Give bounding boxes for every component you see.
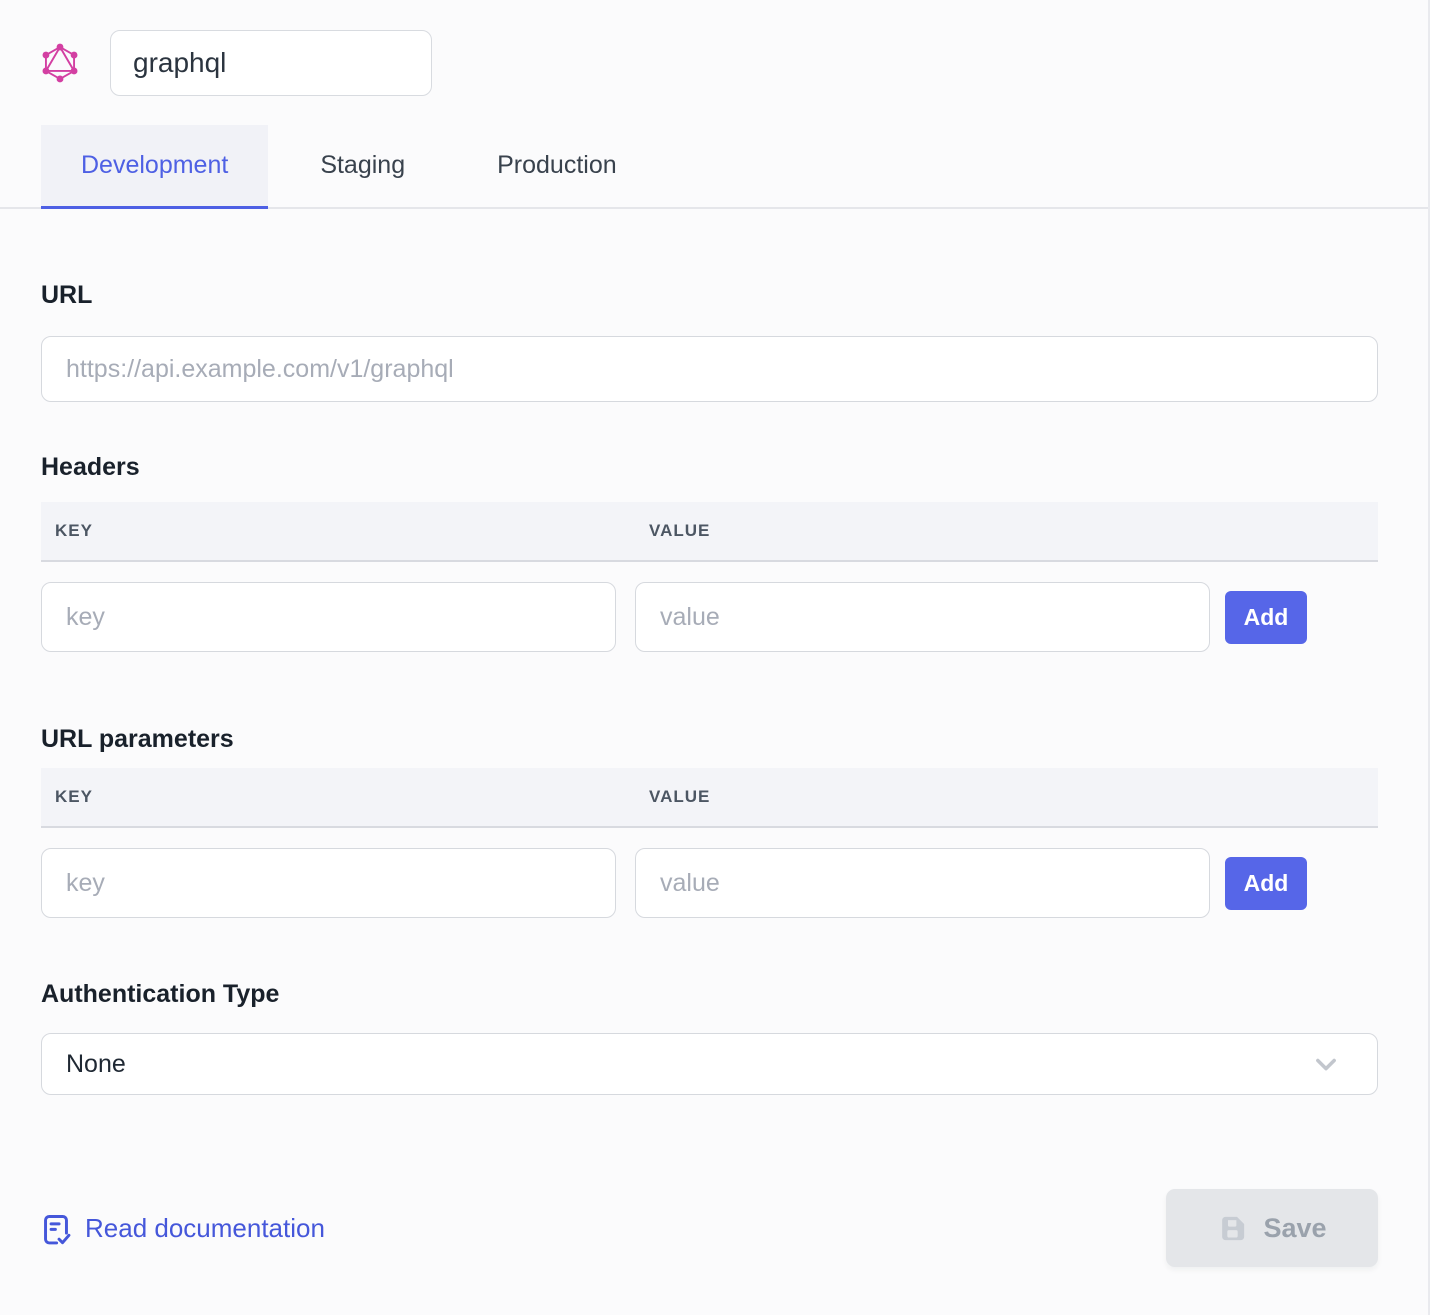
authentication-type-value[interactable]: None <box>41 1033 1378 1095</box>
params-add-button[interactable]: Add <box>1225 857 1307 910</box>
datasource-name-input[interactable] <box>110 30 432 96</box>
name-row <box>41 30 1378 96</box>
url-parameters-label: URL parameters <box>41 725 1378 754</box>
environment-tabs: Development Staging Production <box>0 125 1428 209</box>
headers-key-input[interactable] <box>41 582 616 652</box>
headers-add-row: Add <box>41 582 1378 652</box>
datasource-config-panel: Development Staging Production URL Heade… <box>0 0 1430 1315</box>
chevron-down-icon <box>1312 1050 1340 1078</box>
headers-value-input[interactable] <box>635 582 1210 652</box>
headers-add-button[interactable]: Add <box>1225 591 1307 644</box>
read-documentation-link[interactable]: Read documentation <box>41 1211 325 1246</box>
url-label: URL <box>41 281 1378 310</box>
save-button[interactable]: Save <box>1166 1189 1378 1267</box>
params-value-column-header: VALUE <box>635 787 710 807</box>
graphql-logo-icon <box>41 43 79 83</box>
tab-staging[interactable]: Staging <box>280 125 445 209</box>
footer: Read documentation Save <box>0 1189 1428 1267</box>
headers-value-column-header: VALUE <box>635 521 710 541</box>
authentication-type-label: Authentication Type <box>41 980 1378 1009</box>
tab-production[interactable]: Production <box>457 125 657 209</box>
params-value-input[interactable] <box>635 848 1210 918</box>
headers-key-column-header: KEY <box>41 521 635 541</box>
header <box>0 0 1428 96</box>
params-key-input[interactable] <box>41 848 616 918</box>
read-documentation-label: Read documentation <box>85 1213 325 1244</box>
headers-table-head: KEY VALUE <box>41 502 1378 562</box>
save-floppy-icon <box>1217 1213 1248 1244</box>
config-form: URL Headers KEY VALUE Add URL parameters… <box>0 281 1428 1095</box>
params-key-column-header: KEY <box>41 787 635 807</box>
params-add-row: Add <box>41 848 1378 918</box>
authentication-type-select[interactable]: None <box>41 1033 1378 1095</box>
document-check-icon <box>41 1214 71 1246</box>
url-input[interactable] <box>41 336 1378 402</box>
tab-development[interactable]: Development <box>41 125 268 209</box>
headers-label: Headers <box>41 453 1378 482</box>
params-table-head: KEY VALUE <box>41 768 1378 828</box>
save-button-label: Save <box>1263 1213 1326 1244</box>
